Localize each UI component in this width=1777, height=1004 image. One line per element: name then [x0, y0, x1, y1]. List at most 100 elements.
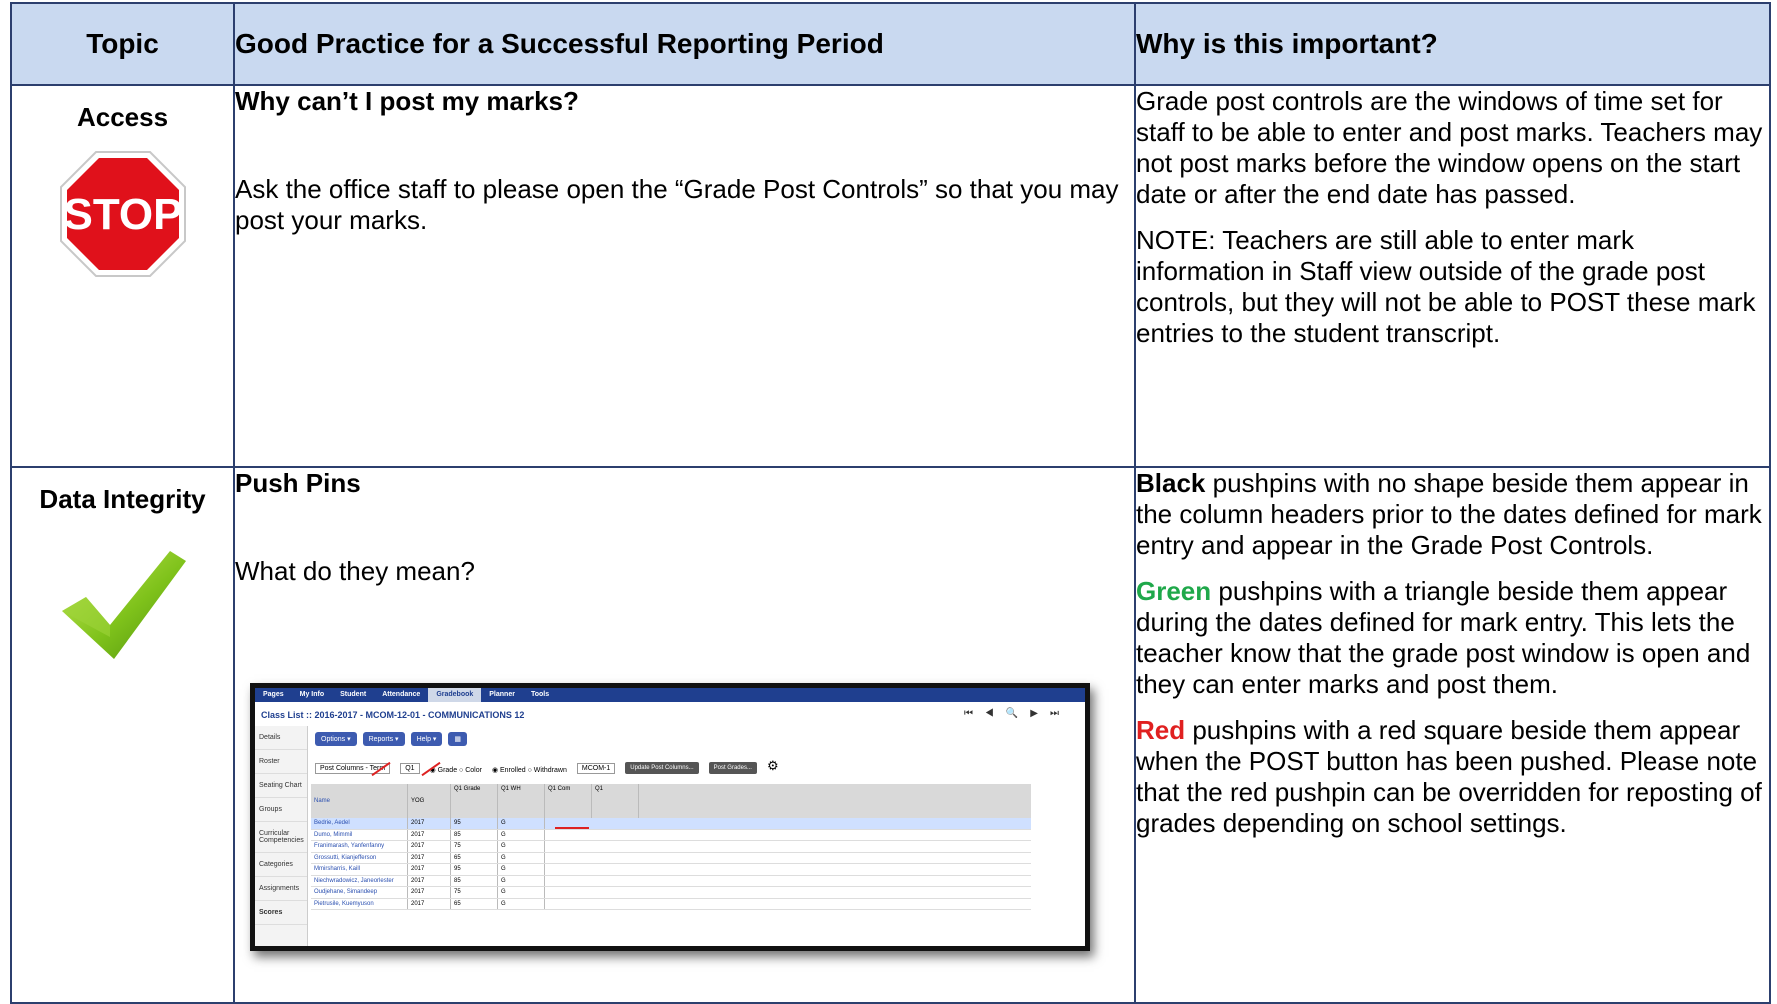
- screenshot-side-menu: Details Roster Seating Chart Groups Curr…: [255, 726, 308, 946]
- status-radio: ◉ Enrolled ○ Withdrawn: [491, 767, 567, 774]
- row-yog: 2017: [408, 841, 451, 852]
- options-button: Options ▾: [315, 732, 357, 746]
- row-wh: G: [498, 829, 545, 840]
- col-q1-grade: Q1 Grade: [451, 784, 498, 818]
- row-wh: G: [498, 864, 545, 875]
- row-grade: 75: [451, 887, 498, 898]
- green-text: pushpins with a triangle beside them app…: [1136, 576, 1751, 699]
- gear-icon: ⚙: [766, 758, 779, 773]
- row-wh: G: [498, 818, 545, 829]
- access-question: Why can’t I post my marks?: [235, 86, 579, 116]
- side-scores: Scores: [255, 901, 307, 925]
- side-competencies: Curricular Competencies: [255, 822, 307, 853]
- display-radio: ◉ Grade ○ Color: [429, 767, 482, 774]
- grid-row: Pietrusile, Kuemyuson 2017 65 G: [311, 898, 1031, 910]
- screenshot-grid: Name YOG Q1 Grade Q1 WH Q1 Com Q1 Bedrie…: [311, 784, 1031, 910]
- update-post-columns-button: Update Post Columns...: [625, 762, 699, 774]
- red-pushpins-paragraph: Red pushpins with a red square beside th…: [1136, 715, 1769, 839]
- black-text: pushpins with no shape beside them appea…: [1136, 468, 1762, 560]
- row-yog: 2017: [408, 829, 451, 840]
- red-arrow-3: [555, 827, 589, 829]
- header-topic: Topic: [10, 2, 235, 86]
- grid-row: Oudjehane, Simandeep 2017 75 G: [311, 887, 1031, 899]
- access-why-cell: Grade post controls are the windows of t…: [1134, 84, 1771, 468]
- grid-row: Franimarash, Yanfenfanny 2017 75 G: [311, 841, 1031, 853]
- row-wh: G: [498, 841, 545, 852]
- col-q1-com: Q1 Com: [545, 784, 592, 818]
- pager-icons: ⏮◀🔍▶⏭: [963, 708, 1071, 719]
- nav-myinfo: My Info: [299, 691, 325, 698]
- row-name: Pietrusile, Kuemyuson: [311, 898, 408, 909]
- screenshot-nav: Pages My Info Student Attendance Gradebo…: [255, 688, 1085, 702]
- nav-pages: Pages: [263, 691, 284, 698]
- row-grade: 85: [451, 829, 498, 840]
- topic-data-integrity: Data Integrity: [39, 484, 206, 514]
- access-practice-cell: Why can’t I post my marks? Ask the offic…: [233, 84, 1136, 468]
- screenshot-title: Class List :: 2016-2017 - MCOM-12-01 - C…: [261, 710, 525, 720]
- row-grade: 85: [451, 875, 498, 886]
- col-yog: YOG: [408, 784, 451, 818]
- nav-tools: Tools: [530, 691, 550, 698]
- black-pushpins-paragraph: Black pushpins with no shape beside them…: [1136, 468, 1769, 561]
- row-yog: 2017: [408, 818, 451, 829]
- row-grade: 95: [451, 818, 498, 829]
- green-label: Green: [1136, 576, 1212, 606]
- class-select: MCOM-1: [576, 763, 616, 774]
- stop-sign-icon: STOP: [59, 151, 186, 277]
- row-yog: 2017: [408, 898, 451, 909]
- row-name: Bedrie, Aedel: [311, 818, 408, 829]
- reports-button: Reports ▾: [362, 732, 405, 746]
- col-name: Name: [311, 784, 408, 818]
- row-name: Dumo, Mimmil: [311, 829, 408, 840]
- col-q1-wh: Q1 WH: [498, 784, 545, 818]
- row-yog: 2017: [408, 887, 451, 898]
- nav-student: Student: [340, 691, 367, 698]
- grid-row: Mmirsharris, Kaill 2017 95 G: [311, 864, 1031, 876]
- col-q1: Q1: [592, 784, 639, 818]
- term-select: Q1: [400, 763, 420, 774]
- pushpins-question: What do they mean?: [235, 556, 475, 586]
- nav-planner: Planner: [489, 691, 515, 698]
- screenshot-toolbar: Options ▾ Reports ▾ Help ▾ ▦: [315, 732, 468, 746]
- integrity-why-cell: Black pushpins with no shape beside them…: [1134, 466, 1771, 1004]
- row-name: Franimarash, Yanfenfanny: [311, 841, 408, 852]
- row-grade: 65: [451, 852, 498, 863]
- integrity-topic-cell: Data Integrity: [10, 466, 235, 1004]
- pushpins-title: Push Pins: [235, 468, 361, 498]
- side-seating: Seating Chart: [255, 774, 307, 798]
- red-text: pushpins with a red square beside them a…: [1136, 715, 1762, 838]
- header-row: Topic Good Practice for a Successful Rep…: [10, 2, 1771, 86]
- row-grade: 75: [451, 841, 498, 852]
- nav-gradebook: Gradebook: [428, 688, 482, 702]
- header-why-important: Why is this important?: [1134, 2, 1771, 86]
- red-label: Red: [1136, 715, 1186, 745]
- row-name: Mmirsharris, Kaill: [311, 864, 408, 875]
- grid-row: Dumo, Mimmil 2017 85 G: [311, 829, 1031, 841]
- access-row: Access STOP Why can’t I post my marks? A…: [10, 84, 1771, 468]
- side-details: Details: [255, 726, 307, 750]
- row-yog: 2017: [408, 864, 451, 875]
- topic-access: Access: [76, 102, 169, 132]
- row-wh: G: [498, 875, 545, 886]
- grid-row: Niechwradowicz, Janeorlester 2017 85 G: [311, 875, 1031, 887]
- help-button: Help ▾: [410, 732, 443, 746]
- access-note-paragraph: NOTE: Teachers are still able to enter m…: [1136, 225, 1756, 348]
- row-wh: G: [498, 852, 545, 863]
- nav-attendance: Attendance: [382, 691, 421, 698]
- row-yog: 2017: [408, 875, 451, 886]
- grid-row: Bedrie, Aedel 2017 95 G: [311, 818, 1031, 830]
- row-wh: G: [498, 887, 545, 898]
- row-yog: 2017: [408, 852, 451, 863]
- gradebook-screenshot: Pages My Info Student Attendance Gradebo…: [250, 683, 1090, 951]
- side-categories: Categories: [255, 853, 307, 877]
- grid-row: Grossutti, Kianjefferson 2017 65 G: [311, 852, 1031, 864]
- access-topic-cell: Access STOP: [10, 84, 235, 468]
- row-name: Oudjehane, Simandeep: [311, 887, 408, 898]
- row-name: Niechwradowicz, Janeorlester: [311, 875, 408, 886]
- access-why-paragraph: Grade post controls are the windows of t…: [1136, 86, 1763, 209]
- black-label: Black: [1136, 468, 1206, 498]
- side-groups: Groups: [255, 798, 307, 822]
- checkmark-icon: [61, 551, 186, 659]
- post-grades-button: Post Grades...: [708, 762, 757, 774]
- side-assignments: Assignments: [255, 877, 307, 901]
